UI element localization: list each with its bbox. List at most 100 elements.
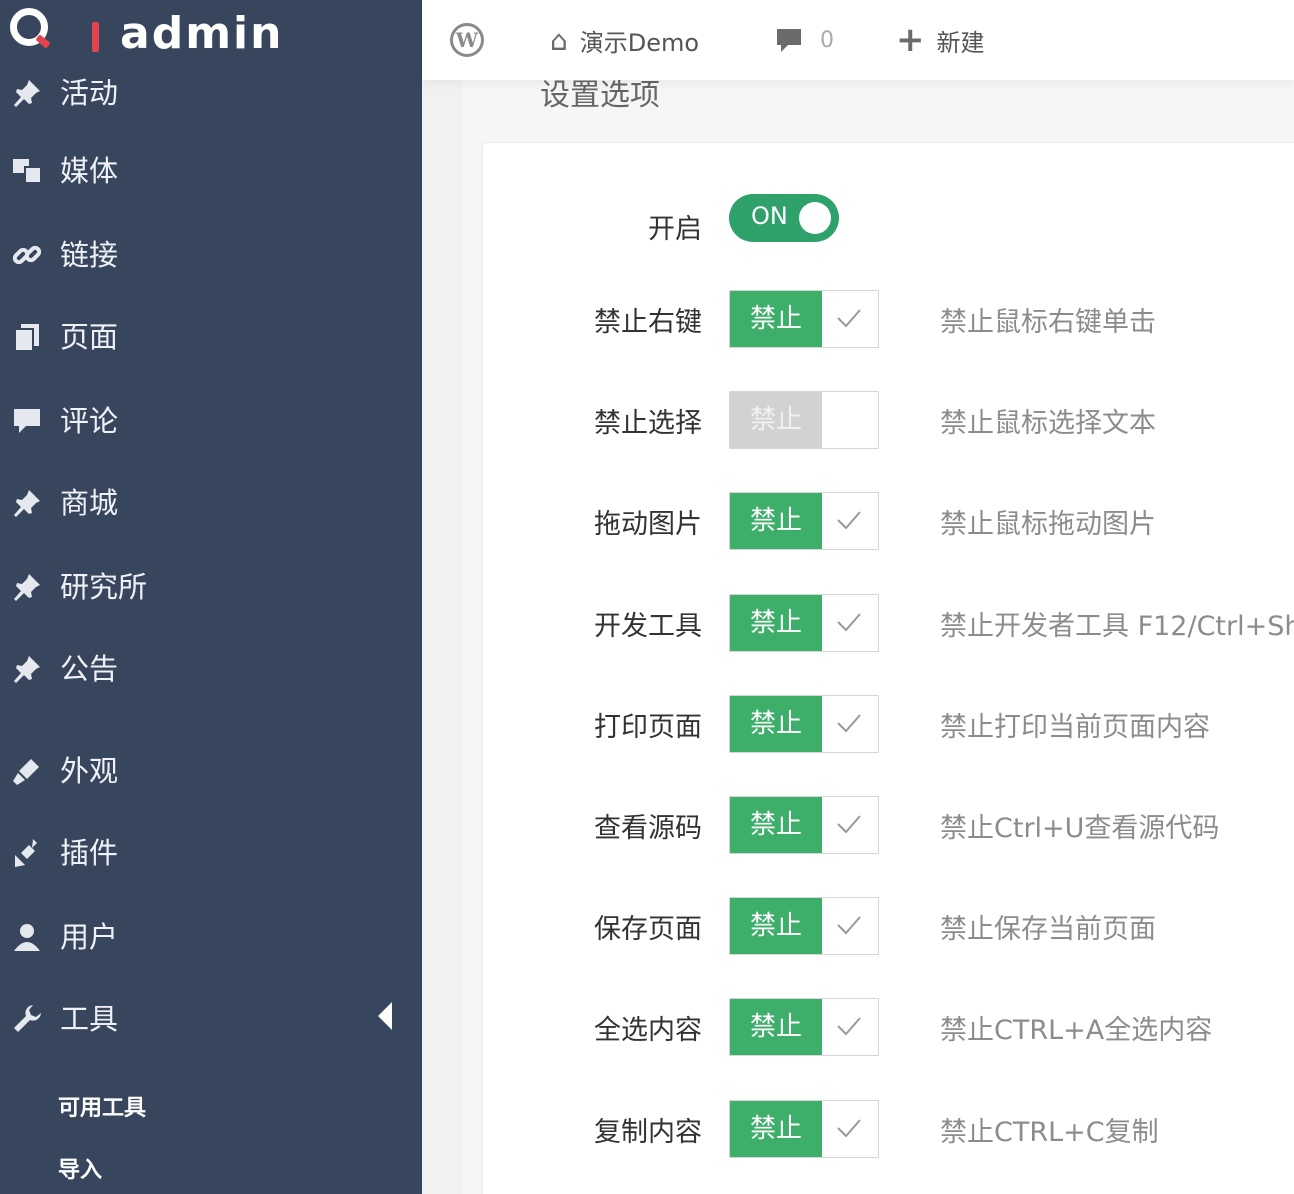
option-description: 禁止保存当前页面: [940, 914, 1156, 945]
check-icon: [837, 916, 861, 935]
sidebar-item-9[interactable]: 插件: [0, 822, 422, 882]
option-label: 复制内容: [594, 1117, 702, 1148]
sidebar-item-label: 商城: [60, 486, 119, 520]
option-checkbox[interactable]: 禁止: [729, 695, 879, 753]
checkbox-tag: 禁止: [730, 493, 822, 549]
pin-icon: [10, 652, 44, 686]
plugin-icon: [10, 836, 44, 870]
option-description: 禁止鼠标右键单击: [940, 307, 1156, 338]
sidebar-item-8[interactable]: 外观: [0, 740, 422, 800]
checkbox-tag: 禁止: [730, 392, 822, 448]
brush-icon: [10, 754, 44, 788]
plus-icon: +: [896, 20, 925, 60]
option-label: 全选内容: [594, 1015, 702, 1046]
sidebar-item-label: 链接: [60, 238, 119, 272]
link-icon: [10, 238, 44, 272]
option-checkbox[interactable]: 禁止: [729, 391, 879, 449]
option-description: 禁止开发者工具 F12/Ctrl+Shift: [940, 611, 1294, 642]
check-icon: [837, 511, 861, 530]
sidebar-item-3[interactable]: 页面: [0, 306, 422, 366]
sidebar-item-4[interactable]: 评论: [0, 390, 422, 450]
check-icon: [837, 1119, 861, 1138]
comments-link[interactable]: 0: [774, 20, 834, 60]
option-label: 禁止选择: [594, 408, 702, 439]
pin-icon: [10, 486, 44, 520]
sidebar-item-label: 用户: [60, 920, 119, 954]
comment-icon: [777, 29, 801, 52]
sidebar-item-label: 评论: [60, 404, 119, 438]
page-icon: [10, 320, 44, 354]
option-label: 查看源码: [594, 813, 702, 844]
toggle-on-text: ON: [751, 202, 788, 230]
sidebar-item-2[interactable]: 链接: [0, 224, 422, 284]
pin-icon: [10, 570, 44, 604]
logo-q-mark: [10, 8, 48, 46]
wordpress-icon: W: [450, 23, 484, 57]
pin-icon: [10, 76, 44, 110]
option-label: 开发工具: [594, 611, 702, 642]
new-label: 新建: [936, 28, 985, 57]
option-description: 禁止CTRL+C复制: [940, 1117, 1159, 1148]
comment-icon: [10, 404, 44, 438]
option-checkbox[interactable]: 禁止: [729, 594, 879, 652]
sidebar-item-6[interactable]: 研究所: [0, 556, 422, 616]
check-icon: [837, 815, 861, 834]
comments-count: 0: [820, 27, 834, 53]
option-checkbox[interactable]: 禁止: [729, 897, 879, 955]
check-icon: [837, 714, 861, 733]
logo-text: admin: [120, 8, 284, 59]
sidebar-item-label: 外观: [60, 754, 119, 788]
enable-toggle[interactable]: ON: [729, 194, 839, 242]
sidebar-item-label: 研究所: [60, 570, 148, 604]
option-label: 拖动图片: [594, 509, 702, 540]
sidebar-item-label: 公告: [60, 652, 119, 686]
sidebar-item-7[interactable]: 公告: [0, 638, 422, 698]
option-checkbox[interactable]: 禁止: [729, 796, 879, 854]
sidebar-item-11[interactable]: 工具: [0, 988, 422, 1048]
new-content-button[interactable]: + 新建: [896, 20, 985, 60]
checkbox-tag: 禁止: [730, 1101, 822, 1157]
checkbox-tag: 禁止: [730, 291, 822, 347]
checkbox-tag: 禁止: [730, 595, 822, 651]
sidebar-item-label: 插件: [60, 836, 119, 870]
option-checkbox[interactable]: 禁止: [729, 492, 879, 550]
enable-label: 开启: [648, 214, 702, 245]
option-label: 保存页面: [594, 914, 702, 945]
logo-divider: [92, 22, 99, 52]
checkbox-tag: 禁止: [730, 696, 822, 752]
option-description: 禁止打印当前页面内容: [940, 712, 1210, 743]
option-description: 禁止CTRL+A全选内容: [940, 1015, 1213, 1046]
caret-left-icon: [378, 1002, 392, 1030]
user-icon: [10, 920, 44, 954]
site-name: 演示Demo: [579, 28, 700, 57]
checkbox-tag: 禁止: [730, 898, 822, 954]
check-icon: [837, 309, 861, 328]
option-label: 禁止右键: [594, 307, 702, 338]
sidebar-item-5[interactable]: 商城: [0, 472, 422, 532]
admin-sidebar: 活动媒体链接页面评论商城研究所公告外观插件用户工具 可用工具 导入 admin: [0, 0, 422, 1194]
option-description: 禁止Ctrl+U查看源代码: [940, 813, 1220, 844]
submenu-item-available-tools[interactable]: 可用工具: [58, 1090, 146, 1122]
option-checkbox[interactable]: 禁止: [729, 998, 879, 1056]
sidebar-item-label: 活动: [60, 76, 119, 110]
toggle-knob: [799, 202, 831, 234]
check-icon: [837, 1017, 861, 1036]
option-label: 打印页面: [594, 712, 702, 743]
wordpress-logo-button[interactable]: W: [450, 20, 484, 60]
sidebar-item-label: 媒体: [60, 154, 119, 188]
option-checkbox[interactable]: 禁止: [729, 290, 879, 348]
sidebar-item-label: 页面: [60, 320, 119, 354]
site-name-link[interactable]: ⌂ 演示Demo: [550, 20, 699, 60]
media-icon: [10, 154, 44, 188]
sidebar-item-10[interactable]: 用户: [0, 906, 422, 966]
admin-toolbar: W ⌂ 演示Demo 0 + 新建: [422, 0, 1294, 80]
sidebar-item-label: 工具: [60, 1002, 119, 1036]
checkbox-tag: 禁止: [730, 797, 822, 853]
option-description: 禁止鼠标拖动图片: [940, 509, 1156, 540]
check-icon: [837, 613, 861, 632]
option-checkbox[interactable]: 禁止: [729, 1100, 879, 1158]
option-description: 禁止鼠标选择文本: [940, 408, 1156, 439]
checkbox-tag: 禁止: [730, 999, 822, 1055]
sidebar-item-1[interactable]: 媒体: [0, 140, 422, 200]
submenu-item-import[interactable]: 导入: [58, 1152, 102, 1184]
